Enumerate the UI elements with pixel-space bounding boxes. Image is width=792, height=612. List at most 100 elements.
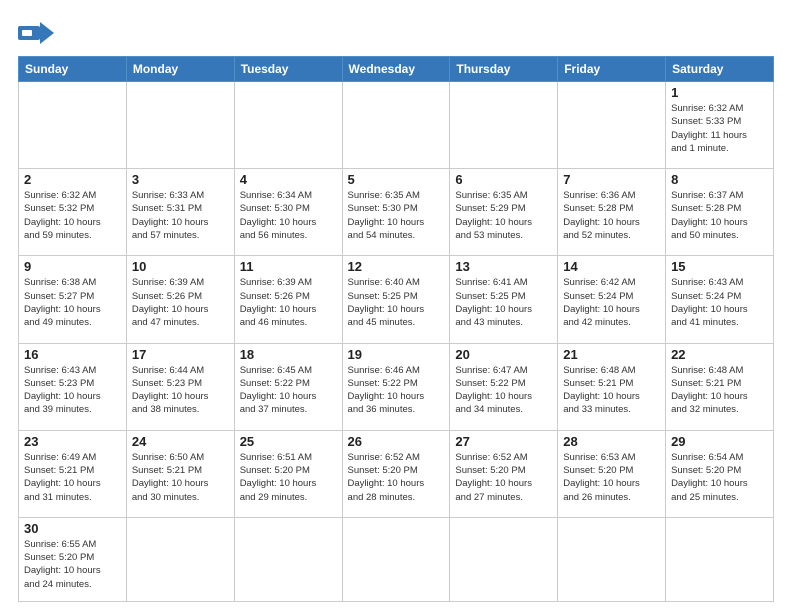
- day-number: 5: [348, 172, 445, 187]
- day-info: Sunrise: 6:40 AM Sunset: 5:25 PM Dayligh…: [348, 276, 445, 329]
- calendar-week-row: 9Sunrise: 6:38 AM Sunset: 5:27 PM Daylig…: [19, 256, 774, 343]
- day-info: Sunrise: 6:43 AM Sunset: 5:23 PM Dayligh…: [24, 364, 121, 417]
- day-number: 25: [240, 434, 337, 449]
- generalblue-logo-icon: [18, 18, 54, 48]
- calendar-cell: [558, 517, 666, 601]
- day-info: Sunrise: 6:53 AM Sunset: 5:20 PM Dayligh…: [563, 451, 660, 504]
- day-number: 19: [348, 347, 445, 362]
- day-info: Sunrise: 6:47 AM Sunset: 5:22 PM Dayligh…: [455, 364, 552, 417]
- day-number: 9: [24, 259, 121, 274]
- calendar-cell: 5 Sunrise: 6:35 AM Sunset: 5:30 PM Daylig…: [342, 169, 450, 256]
- day-number: 14: [563, 259, 660, 274]
- day-info: Sunrise: 6:44 AM Sunset: 5:23 PM Dayligh…: [132, 364, 229, 417]
- calendar-week-row: 2Sunrise: 6:32 AM Sunset: 5:32 PM Daylig…: [19, 169, 774, 256]
- day-info: Sunrise: 6:46 AM Sunset: 5:22 PM Dayligh…: [348, 364, 445, 417]
- calendar-cell: 10 Sunrise: 6:39 AM Sunset: 5:26 PM Dayli…: [126, 256, 234, 343]
- calendar-cell: 28 Sunrise: 6:53 AM Sunset: 5:20 PM Dayli…: [558, 430, 666, 517]
- day-number: 16: [24, 347, 121, 362]
- calendar-cell: 13Sunrise: 6:41 AM Sunset: 5:25 PM Dayli…: [450, 256, 558, 343]
- calendar-cell: 20 Sunrise: 6:47 AM Sunset: 5:22 PM Dayli…: [450, 343, 558, 430]
- calendar-cell: 25 Sunrise: 6:51 AM Sunset: 5:20 PM Dayli…: [234, 430, 342, 517]
- calendar-cell: [234, 82, 342, 169]
- calendar-week-row: 16 Sunrise: 6:43 AM Sunset: 5:23 PM Dayli…: [19, 343, 774, 430]
- calendar-week-row: 23 Sunrise: 6:49 AM Sunset: 5:21 PM Dayli…: [19, 430, 774, 517]
- day-info: Sunrise: 6:51 AM Sunset: 5:20 PM Dayligh…: [240, 451, 337, 504]
- calendar-cell: 17Sunrise: 6:44 AM Sunset: 5:23 PM Dayli…: [126, 343, 234, 430]
- calendar-week-row: 1 Sunrise: 6:32 AM Sunset: 5:33 PM Daylig…: [19, 82, 774, 169]
- calendar-table: SundayMondayTuesdayWednesdayThursdayFrid…: [18, 56, 774, 602]
- calendar-header-friday: Friday: [558, 57, 666, 82]
- day-number: 2: [24, 172, 121, 187]
- day-number: 4: [240, 172, 337, 187]
- calendar-cell: [342, 517, 450, 601]
- day-number: 1: [671, 85, 768, 100]
- day-number: 15: [671, 259, 768, 274]
- calendar-header-saturday: Saturday: [666, 57, 774, 82]
- day-info: Sunrise: 6:42 AM Sunset: 5:24 PM Dayligh…: [563, 276, 660, 329]
- day-number: 6: [455, 172, 552, 187]
- calendar-cell: 7Sunrise: 6:36 AM Sunset: 5:28 PM Daylig…: [558, 169, 666, 256]
- page: SundayMondayTuesdayWednesdayThursdayFrid…: [0, 0, 792, 612]
- day-info: Sunrise: 6:39 AM Sunset: 5:26 PM Dayligh…: [240, 276, 337, 329]
- day-info: Sunrise: 6:33 AM Sunset: 5:31 PM Dayligh…: [132, 189, 229, 242]
- day-number: 24: [132, 434, 229, 449]
- day-number: 11: [240, 259, 337, 274]
- day-info: Sunrise: 6:55 AM Sunset: 5:20 PM Dayligh…: [24, 538, 121, 591]
- calendar-header-tuesday: Tuesday: [234, 57, 342, 82]
- calendar-cell: 18Sunrise: 6:45 AM Sunset: 5:22 PM Dayli…: [234, 343, 342, 430]
- calendar-cell: 27 Sunrise: 6:52 AM Sunset: 5:20 PM Dayli…: [450, 430, 558, 517]
- calendar-header-thursday: Thursday: [450, 57, 558, 82]
- day-number: 23: [24, 434, 121, 449]
- day-number: 28: [563, 434, 660, 449]
- day-info: Sunrise: 6:39 AM Sunset: 5:26 PM Dayligh…: [132, 276, 229, 329]
- calendar-cell: 14 Sunrise: 6:42 AM Sunset: 5:24 PM Dayli…: [558, 256, 666, 343]
- header: [18, 18, 774, 48]
- day-number: 10: [132, 259, 229, 274]
- calendar-cell: 16 Sunrise: 6:43 AM Sunset: 5:23 PM Dayli…: [19, 343, 127, 430]
- calendar-week-row: 30 Sunrise: 6:55 AM Sunset: 5:20 PM Dayli…: [19, 517, 774, 601]
- day-number: 20: [455, 347, 552, 362]
- day-info: Sunrise: 6:52 AM Sunset: 5:20 PM Dayligh…: [455, 451, 552, 504]
- calendar-cell: 12Sunrise: 6:40 AM Sunset: 5:25 PM Dayli…: [342, 256, 450, 343]
- day-info: Sunrise: 6:43 AM Sunset: 5:24 PM Dayligh…: [671, 276, 768, 329]
- calendar-cell: 29 Sunrise: 6:54 AM Sunset: 5:20 PM Dayli…: [666, 430, 774, 517]
- day-info: Sunrise: 6:50 AM Sunset: 5:21 PM Dayligh…: [132, 451, 229, 504]
- calendar-cell: [450, 82, 558, 169]
- day-info: Sunrise: 6:35 AM Sunset: 5:29 PM Dayligh…: [455, 189, 552, 242]
- calendar-cell: [234, 517, 342, 601]
- day-number: 3: [132, 172, 229, 187]
- day-info: Sunrise: 6:48 AM Sunset: 5:21 PM Dayligh…: [563, 364, 660, 417]
- day-info: Sunrise: 6:54 AM Sunset: 5:20 PM Dayligh…: [671, 451, 768, 504]
- logo: [18, 18, 58, 48]
- day-number: 13: [455, 259, 552, 274]
- day-number: 27: [455, 434, 552, 449]
- day-number: 30: [24, 521, 121, 536]
- calendar-cell: 2Sunrise: 6:32 AM Sunset: 5:32 PM Daylig…: [19, 169, 127, 256]
- day-info: Sunrise: 6:36 AM Sunset: 5:28 PM Dayligh…: [563, 189, 660, 242]
- day-number: 29: [671, 434, 768, 449]
- day-number: 26: [348, 434, 445, 449]
- calendar-cell: [666, 517, 774, 601]
- calendar-cell: 11 Sunrise: 6:39 AM Sunset: 5:26 PM Dayli…: [234, 256, 342, 343]
- calendar-cell: [342, 82, 450, 169]
- calendar-cell: 23 Sunrise: 6:49 AM Sunset: 5:21 PM Dayli…: [19, 430, 127, 517]
- day-info: Sunrise: 6:48 AM Sunset: 5:21 PM Dayligh…: [671, 364, 768, 417]
- day-info: Sunrise: 6:32 AM Sunset: 5:33 PM Dayligh…: [671, 102, 768, 155]
- day-info: Sunrise: 6:49 AM Sunset: 5:21 PM Dayligh…: [24, 451, 121, 504]
- calendar-cell: 6 Sunrise: 6:35 AM Sunset: 5:29 PM Daylig…: [450, 169, 558, 256]
- calendar-header-wednesday: Wednesday: [342, 57, 450, 82]
- calendar-cell: [126, 82, 234, 169]
- day-info: Sunrise: 6:35 AM Sunset: 5:30 PM Dayligh…: [348, 189, 445, 242]
- calendar-cell: 24 Sunrise: 6:50 AM Sunset: 5:21 PM Dayli…: [126, 430, 234, 517]
- day-info: Sunrise: 6:45 AM Sunset: 5:22 PM Dayligh…: [240, 364, 337, 417]
- calendar-cell: 3 Sunrise: 6:33 AM Sunset: 5:31 PM Daylig…: [126, 169, 234, 256]
- day-info: Sunrise: 6:52 AM Sunset: 5:20 PM Dayligh…: [348, 451, 445, 504]
- calendar-cell: [126, 517, 234, 601]
- day-number: 21: [563, 347, 660, 362]
- day-info: Sunrise: 6:37 AM Sunset: 5:28 PM Dayligh…: [671, 189, 768, 242]
- calendar-cell: 8 Sunrise: 6:37 AM Sunset: 5:28 PM Daylig…: [666, 169, 774, 256]
- calendar-cell: 4Sunrise: 6:34 AM Sunset: 5:30 PM Daylig…: [234, 169, 342, 256]
- day-number: 8: [671, 172, 768, 187]
- calendar-cell: 9Sunrise: 6:38 AM Sunset: 5:27 PM Daylig…: [19, 256, 127, 343]
- calendar-cell: 15 Sunrise: 6:43 AM Sunset: 5:24 PM Dayli…: [666, 256, 774, 343]
